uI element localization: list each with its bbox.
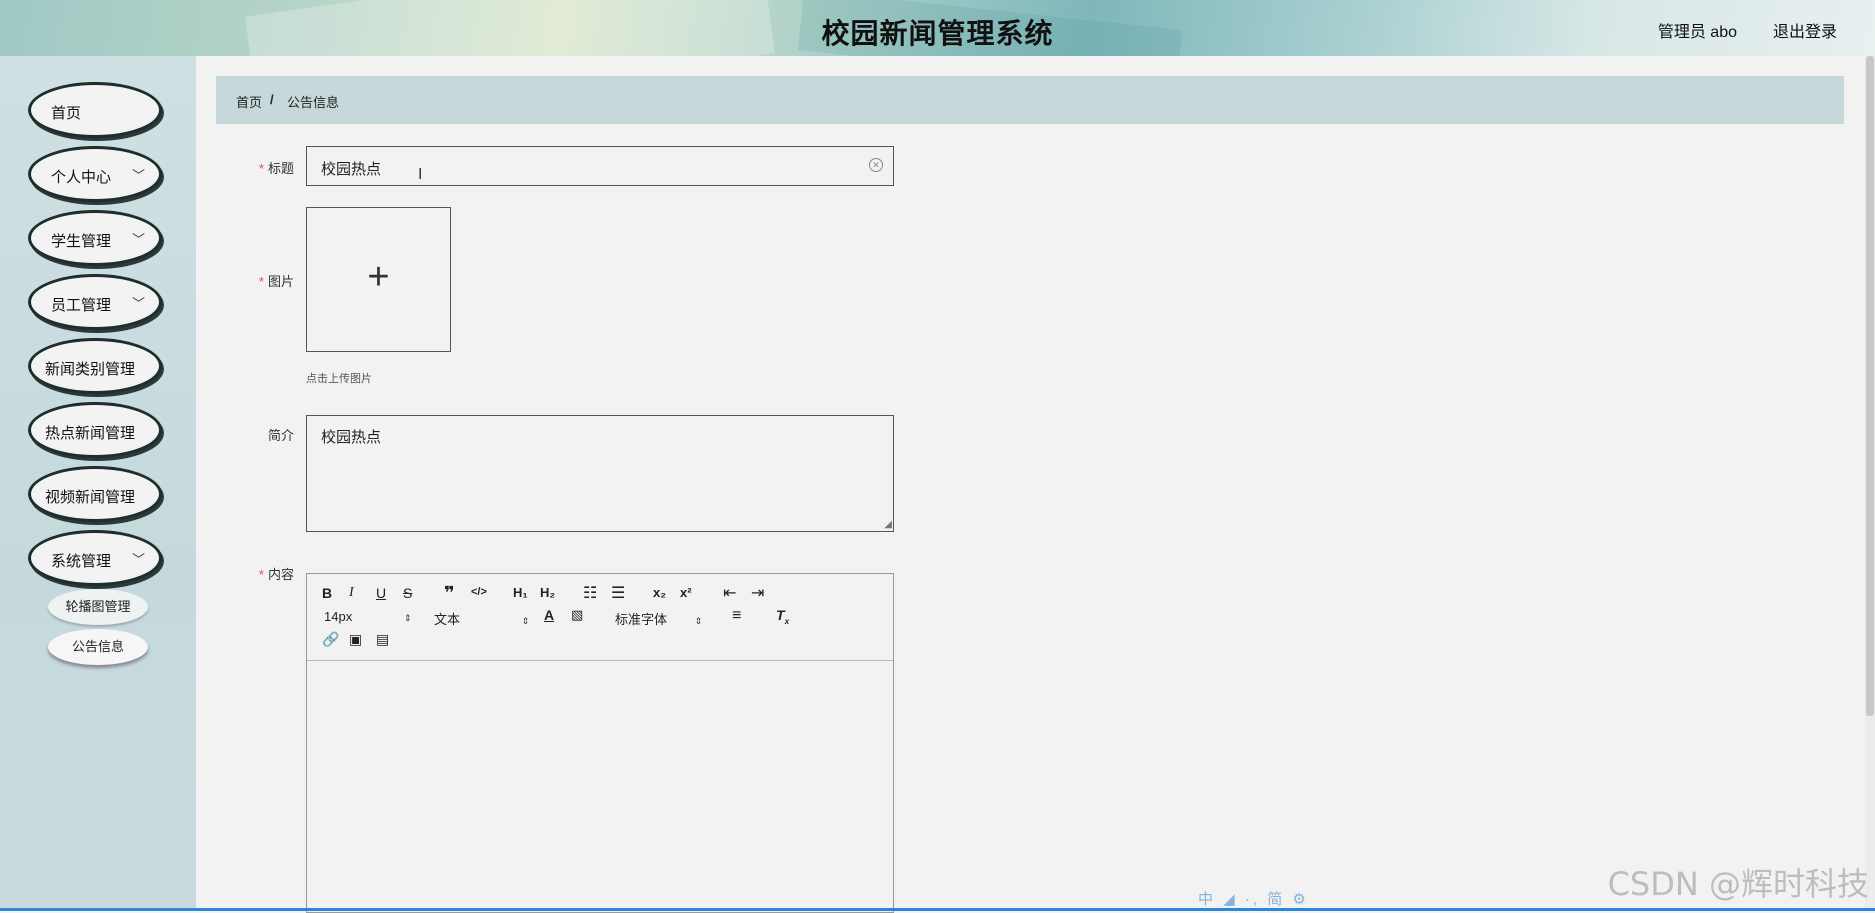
required-mark: * bbox=[258, 274, 264, 289]
link-icon[interactable]: 🔗 bbox=[322, 631, 339, 648]
bold-icon[interactable]: B bbox=[322, 585, 332, 601]
font-color-icon[interactable]: A bbox=[544, 607, 554, 623]
select-arrows-icon: ⇕ bbox=[403, 613, 412, 623]
superscript-icon[interactable]: x² bbox=[680, 585, 692, 600]
breadcrumb: 首页 / 公告信息 bbox=[216, 76, 1844, 124]
sidebar-item-personal-center[interactable]: 个人中心 ﹀ bbox=[28, 146, 162, 202]
clear-icon[interactable]: ✕ bbox=[869, 158, 883, 172]
sidebar: 首页 个人中心 ﹀ 学生管理 ﹀ 员工管理 ﹀ 新闻类别管理 热点新闻管理 视频… bbox=[0, 56, 196, 911]
outdent-icon[interactable]: ⇤ bbox=[723, 583, 736, 603]
image-label: * 图片 bbox=[214, 271, 294, 290]
blockquote-icon[interactable]: ❞ bbox=[444, 583, 455, 604]
page-scrollbar-thumb[interactable] bbox=[1866, 56, 1874, 716]
current-user: 管理员 abo bbox=[1657, 24, 1737, 41]
chevron-down-icon: ﹀ bbox=[131, 296, 145, 311]
breadcrumb-home[interactable]: 首页 bbox=[236, 92, 262, 111]
logout-link[interactable]: 退出登录 bbox=[1773, 18, 1837, 42]
title-input-value: 校园热点 bbox=[321, 161, 382, 178]
editor-toolbar: B I U S ❞ </> H₁ H₂ ☷ ☰ x₂ x² ⇤ ⇥ 14px ⇕… bbox=[307, 574, 893, 661]
chevron-down-icon: ﹀ bbox=[131, 168, 145, 183]
background-color-icon[interactable]: ▧ bbox=[571, 607, 583, 623]
content-label-text: 内容 bbox=[267, 567, 294, 582]
bullet-list-icon[interactable]: ☰ bbox=[611, 583, 625, 603]
sidebar-item-staff-management[interactable]: 员工管理 ﹀ bbox=[28, 274, 162, 330]
sidebar-subitem-announcement[interactable]: 公告信息 bbox=[48, 629, 148, 665]
subscript-icon[interactable]: x₂ bbox=[653, 585, 666, 600]
sidebar-item-student-management[interactable]: 学生管理 ﹀ bbox=[28, 210, 162, 266]
font-size-value: 14px bbox=[324, 609, 353, 624]
chevron-down-icon: ﹀ bbox=[131, 552, 145, 567]
font-family-select[interactable]: 标准字体 ⇕ bbox=[615, 609, 702, 628]
rich-text-editor[interactable]: B I U S ❞ </> H₁ H₂ ☷ ☰ x₂ x² ⇤ ⇥ 14px ⇕… bbox=[306, 573, 894, 913]
select-arrows-icon: ⇕ bbox=[694, 616, 703, 626]
strikethrough-icon[interactable]: S bbox=[403, 585, 412, 601]
sidebar-item-video-news[interactable]: 视频新闻管理 bbox=[28, 466, 162, 522]
ime-toolbar: 中 ◢ ·, 简 ⚙ bbox=[1198, 891, 1309, 908]
select-arrows-icon: ⇕ bbox=[521, 616, 530, 626]
italic-icon[interactable]: I bbox=[349, 585, 354, 601]
plus-icon: + bbox=[367, 256, 390, 298]
sidebar-subitem-carousel[interactable]: 轮播图管理 bbox=[48, 589, 148, 625]
sidebar-item-label: 个人中心 bbox=[51, 169, 112, 186]
text-cursor-icon: I bbox=[418, 166, 423, 183]
code-block-icon[interactable]: </> bbox=[471, 586, 487, 598]
title-input[interactable]: 校园热点 ✕ bbox=[306, 146, 894, 186]
upload-hint: 点击上传图片 bbox=[306, 373, 372, 385]
summary-textarea[interactable]: 校园热点 ◢ bbox=[306, 415, 894, 532]
chevron-down-icon: ﹀ bbox=[131, 232, 145, 247]
sidebar-item-system-management[interactable]: 系统管理 ﹀ bbox=[28, 530, 162, 586]
app-title: 校园新闻管理系统 bbox=[821, 18, 1054, 49]
sidebar-item-home[interactable]: 首页 bbox=[28, 82, 162, 138]
summary-textarea-value: 校园热点 bbox=[321, 429, 382, 446]
clear-format-icon[interactable]: Tx bbox=[776, 607, 789, 626]
sidebar-item-hot-news[interactable]: 热点新闻管理 bbox=[28, 402, 162, 458]
sidebar-item-label: 新闻类别管理 bbox=[45, 361, 136, 378]
resize-handle-icon[interactable]: ◢ bbox=[884, 519, 892, 530]
heading1-icon[interactable]: H₁ bbox=[513, 585, 528, 600]
sidebar-item-label: 系统管理 bbox=[51, 553, 112, 570]
breadcrumb-current: 公告信息 bbox=[287, 95, 340, 110]
required-mark: * bbox=[258, 161, 264, 176]
sidebar-item-label: 首页 bbox=[51, 105, 82, 122]
breadcrumb-separator: / bbox=[270, 92, 274, 107]
image-icon[interactable]: ▣ bbox=[349, 631, 362, 648]
summary-label: 简介 bbox=[267, 428, 294, 443]
top-header: 校园新闻管理系统 管理员 abo 退出登录 bbox=[0, 0, 1875, 56]
title-label-text: 标题 bbox=[267, 161, 294, 176]
font-size-select[interactable]: 14px ⇕ bbox=[324, 609, 411, 624]
required-mark: * bbox=[258, 567, 264, 582]
heading2-icon[interactable]: H₂ bbox=[540, 585, 555, 600]
underline-icon[interactable]: U bbox=[376, 585, 386, 601]
indent-icon[interactable]: ⇥ bbox=[751, 583, 764, 603]
font-family-value: 标准字体 bbox=[615, 612, 668, 627]
title-label: * 标题 bbox=[214, 158, 294, 177]
watermark: CSDN @辉时科技 bbox=[1607, 865, 1869, 903]
sidebar-item-news-category[interactable]: 新闻类别管理 bbox=[28, 338, 162, 394]
ordered-list-icon[interactable]: ☷ bbox=[583, 583, 597, 603]
image-upload-area[interactable]: + bbox=[306, 207, 451, 352]
block-format-select[interactable]: 文本 ⇕ bbox=[434, 609, 529, 628]
video-icon[interactable]: ▤ bbox=[376, 631, 389, 648]
sidebar-item-label: 视频新闻管理 bbox=[45, 489, 136, 506]
align-icon[interactable]: ≡ bbox=[732, 607, 741, 625]
image-label-text: 图片 bbox=[267, 274, 294, 289]
content-label: * 内容 bbox=[214, 564, 294, 583]
block-format-value: 文本 bbox=[434, 612, 461, 627]
sidebar-item-label: 学生管理 bbox=[51, 233, 112, 250]
sidebar-item-label: 热点新闻管理 bbox=[45, 425, 136, 442]
sidebar-item-label: 员工管理 bbox=[51, 297, 112, 314]
